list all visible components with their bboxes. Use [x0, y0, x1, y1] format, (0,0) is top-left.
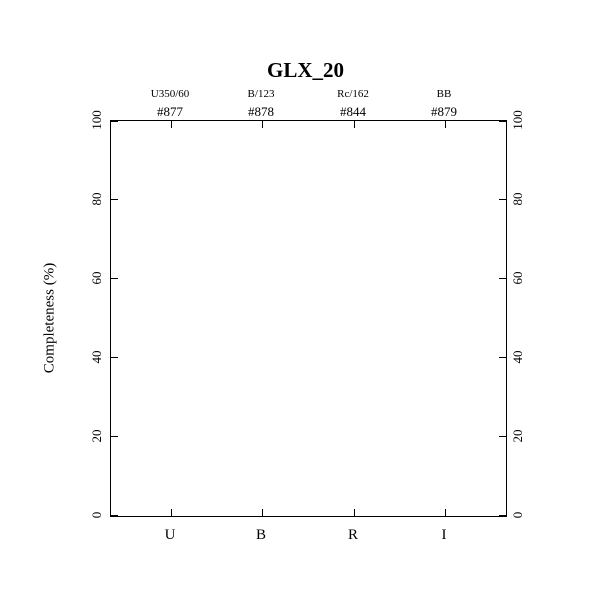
ytick-left: 20 — [89, 430, 105, 443]
plot-area — [110, 120, 507, 517]
column-count: #877 — [157, 104, 183, 120]
ytick-right: 100 — [510, 110, 526, 130]
column-count: #879 — [431, 104, 457, 120]
xtick: R — [348, 527, 358, 544]
ytick-right: 0 — [510, 512, 526, 519]
ytick-right: 80 — [510, 193, 526, 206]
column-annotation: B/123 — [248, 88, 275, 100]
column-annotation: Rc/162 — [337, 88, 369, 100]
ytick-right: 40 — [510, 351, 526, 364]
ytick-left: 0 — [89, 512, 105, 519]
ytick-right: 60 — [510, 272, 526, 285]
xtick: B — [256, 527, 266, 544]
column-annotation: U350/60 — [151, 88, 190, 100]
y-axis-label: Completeness (%) — [42, 263, 59, 373]
chart-title: GLX_20 — [0, 58, 611, 83]
ytick-left: 40 — [89, 351, 105, 364]
ytick-left: 60 — [89, 272, 105, 285]
column-annotation: BB — [437, 88, 452, 100]
column-count: #878 — [248, 104, 274, 120]
ytick-left: 80 — [89, 193, 105, 206]
column-count: #844 — [340, 104, 366, 120]
ytick-left: 100 — [89, 110, 105, 130]
xtick: I — [442, 527, 447, 544]
xtick: U — [165, 527, 176, 544]
ytick-right: 20 — [510, 430, 526, 443]
